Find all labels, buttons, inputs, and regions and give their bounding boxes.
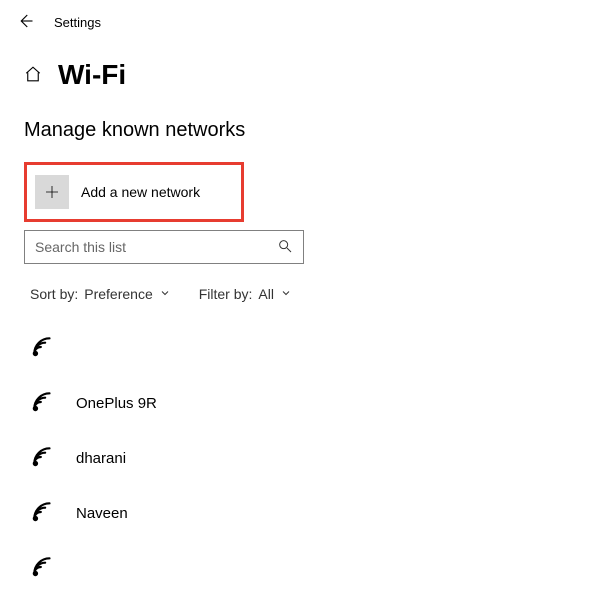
chevron-down-icon xyxy=(280,286,292,302)
wifi-icon xyxy=(30,389,56,418)
home-icon[interactable] xyxy=(24,65,42,86)
plus-icon xyxy=(35,175,69,209)
chevron-down-icon xyxy=(159,286,171,302)
network-name: dharani xyxy=(76,450,126,467)
topbar-title: Settings xyxy=(54,15,101,30)
add-network-label: Add a new network xyxy=(81,184,200,200)
sort-by-dropdown[interactable]: Sort by: Preference xyxy=(30,286,171,302)
sort-value: Preference xyxy=(84,286,152,302)
wifi-icon xyxy=(30,554,56,583)
network-item[interactable]: Naveen xyxy=(30,491,583,546)
back-icon[interactable] xyxy=(16,12,34,33)
network-item[interactable] xyxy=(30,546,583,601)
network-item[interactable]: OnePlus 9R xyxy=(30,381,583,436)
filter-label: Filter by: xyxy=(199,286,253,302)
wifi-icon xyxy=(30,334,56,363)
network-item[interactable] xyxy=(30,326,583,381)
search-icon xyxy=(277,238,293,257)
page-title: Wi-Fi xyxy=(58,59,126,91)
search-box[interactable] xyxy=(24,230,304,264)
wifi-icon xyxy=(30,444,56,473)
network-name: Naveen xyxy=(76,505,128,522)
add-network-button[interactable]: Add a new network xyxy=(24,162,244,222)
search-input[interactable] xyxy=(35,239,277,255)
network-name: OnePlus 9R xyxy=(76,395,157,412)
filter-value: All xyxy=(258,286,274,302)
subheading: Manage known networks xyxy=(0,101,595,152)
filter-by-dropdown[interactable]: Filter by: All xyxy=(199,286,292,302)
sort-label: Sort by: xyxy=(30,286,78,302)
network-list: OnePlus 9R dharani Naveen xyxy=(0,312,595,601)
network-item[interactable]: dharani xyxy=(30,436,583,491)
wifi-icon xyxy=(30,499,56,528)
